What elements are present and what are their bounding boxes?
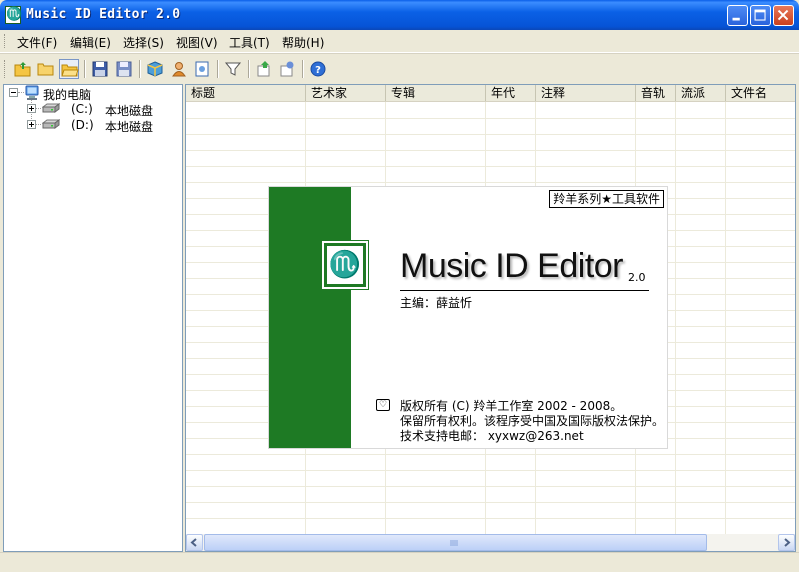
toolbar-separator (84, 60, 86, 78)
toolbar-separator (217, 60, 219, 78)
folder-icon (37, 63, 54, 76)
chevron-right-icon (784, 538, 791, 547)
document-icon (195, 61, 209, 77)
tree-connector (36, 124, 41, 125)
help-icon: ? (310, 61, 326, 77)
hard-drive-icon (42, 119, 60, 129)
tree-drive-label[interactable]: 本地磁盘 (105, 118, 153, 135)
grip-icon (450, 540, 458, 546)
toolbar: ? (0, 53, 799, 84)
toolbar-grip[interactable] (4, 60, 8, 78)
splash-screen[interactable]: ♏ 羚羊系列★工具软件 Music ID Editor 2.0 主编：薛益忻 ♡… (268, 186, 668, 449)
product-name: Music ID Editor (400, 247, 624, 285)
svg-text:?: ? (315, 65, 321, 76)
column-header-artist[interactable]: 艺术家 (306, 85, 386, 101)
list-header: 标题 艺术家 专辑 年代 注释 音轨 流派 文件名 (186, 85, 795, 102)
maximize-button[interactable] (750, 5, 771, 26)
menu-bar: 文件(F) 编辑(E) 选择(S) 视图(V) 工具(T) 帮助(H) (0, 30, 799, 53)
user-icon (172, 62, 186, 77)
import-icon (257, 61, 270, 77)
tag-box-button[interactable] (145, 59, 165, 79)
filter-icon (224, 62, 242, 76)
export-icon (280, 61, 294, 77)
menu-tools[interactable]: 工具(T) (229, 34, 270, 51)
close-button[interactable] (773, 5, 794, 26)
splash-logo: ♏ (321, 240, 369, 290)
tree-expand-toggle[interactable] (27, 104, 36, 113)
computer-icon (25, 85, 39, 100)
support-email: 技术支持电邮： xyxwz@263.net (400, 429, 584, 443)
open-folder-icon (14, 62, 31, 77)
splash-green-panel (269, 187, 351, 448)
save-all-button[interactable] (114, 59, 134, 79)
import-button[interactable] (254, 59, 274, 79)
save-all-icon (116, 61, 132, 77)
toolbar-separator (248, 60, 250, 78)
menu-file[interactable]: 文件(F) (17, 34, 57, 51)
product-underline (400, 290, 649, 291)
folder-tree[interactable]: 我的电脑 (C:) 本地磁盘 (D:) 本地磁盘 (3, 84, 183, 552)
tree-root-label[interactable]: 我的电脑 (43, 86, 91, 103)
filter-button[interactable] (223, 59, 243, 79)
tree-drive-label[interactable]: 本地磁盘 (105, 102, 153, 119)
window-title: Music ID Editor 2.0 (26, 7, 181, 22)
menu-grip[interactable] (4, 34, 8, 48)
minimize-button[interactable] (727, 5, 748, 26)
folder-button[interactable] (36, 59, 56, 79)
tree-drive-letter[interactable]: (C:) (71, 102, 93, 116)
scorpio-logo-icon: ♏ (327, 246, 363, 284)
menu-help[interactable]: 帮助(H) (282, 34, 324, 51)
menu-edit[interactable]: 编辑(E) (70, 34, 111, 51)
column-header-genre[interactable]: 流派 (676, 85, 726, 101)
series-label: 羚羊系列★工具软件 (549, 190, 664, 208)
copyright-icon: ♡ (376, 399, 390, 411)
status-bar (0, 552, 799, 572)
maximize-icon (754, 9, 766, 21)
column-header-year[interactable]: 年代 (486, 85, 536, 101)
open-dir-button[interactable] (59, 59, 79, 79)
scroll-right-button[interactable] (778, 534, 795, 551)
toolbar-separator (302, 60, 304, 78)
help-button[interactable]: ? (308, 59, 328, 79)
scroll-thumb[interactable] (204, 534, 707, 551)
menu-select[interactable]: 选择(S) (123, 34, 164, 51)
document-button[interactable] (192, 59, 212, 79)
tree-collapse-toggle[interactable] (9, 88, 18, 97)
menu-view[interactable]: 视图(V) (176, 34, 218, 51)
column-header-track[interactable]: 音轨 (636, 85, 676, 101)
save-icon (92, 61, 108, 77)
horizontal-scrollbar[interactable] (186, 534, 795, 551)
column-header-album[interactable]: 专辑 (386, 85, 486, 101)
toolbar-separator (139, 60, 141, 78)
title-bar[interactable]: ♏ Music ID Editor 2.0 (0, 0, 799, 30)
user-button[interactable] (169, 59, 189, 79)
tag-box-icon (147, 61, 163, 77)
open-folder-button[interactable] (13, 59, 33, 79)
app-icon[interactable]: ♏ (5, 6, 22, 24)
tree-expand-toggle[interactable] (27, 120, 36, 129)
chevron-left-icon (190, 538, 197, 547)
close-icon (777, 9, 789, 21)
open-dir-icon (61, 64, 79, 77)
minimize-icon (732, 17, 740, 21)
column-header-comment[interactable]: 注释 (536, 85, 636, 101)
export-button[interactable] (277, 59, 297, 79)
tree-connector (36, 108, 41, 109)
scroll-left-button[interactable] (186, 534, 203, 551)
product-version: 2.0 (628, 271, 646, 284)
tree-drive-letter[interactable]: (D:) (71, 118, 94, 132)
hard-drive-icon (42, 103, 60, 113)
column-header-title[interactable]: 标题 (186, 85, 306, 101)
column-header-filename[interactable]: 文件名 (726, 85, 795, 101)
save-button[interactable] (90, 59, 110, 79)
editor-credit: 主编：薛益忻 (400, 296, 473, 310)
